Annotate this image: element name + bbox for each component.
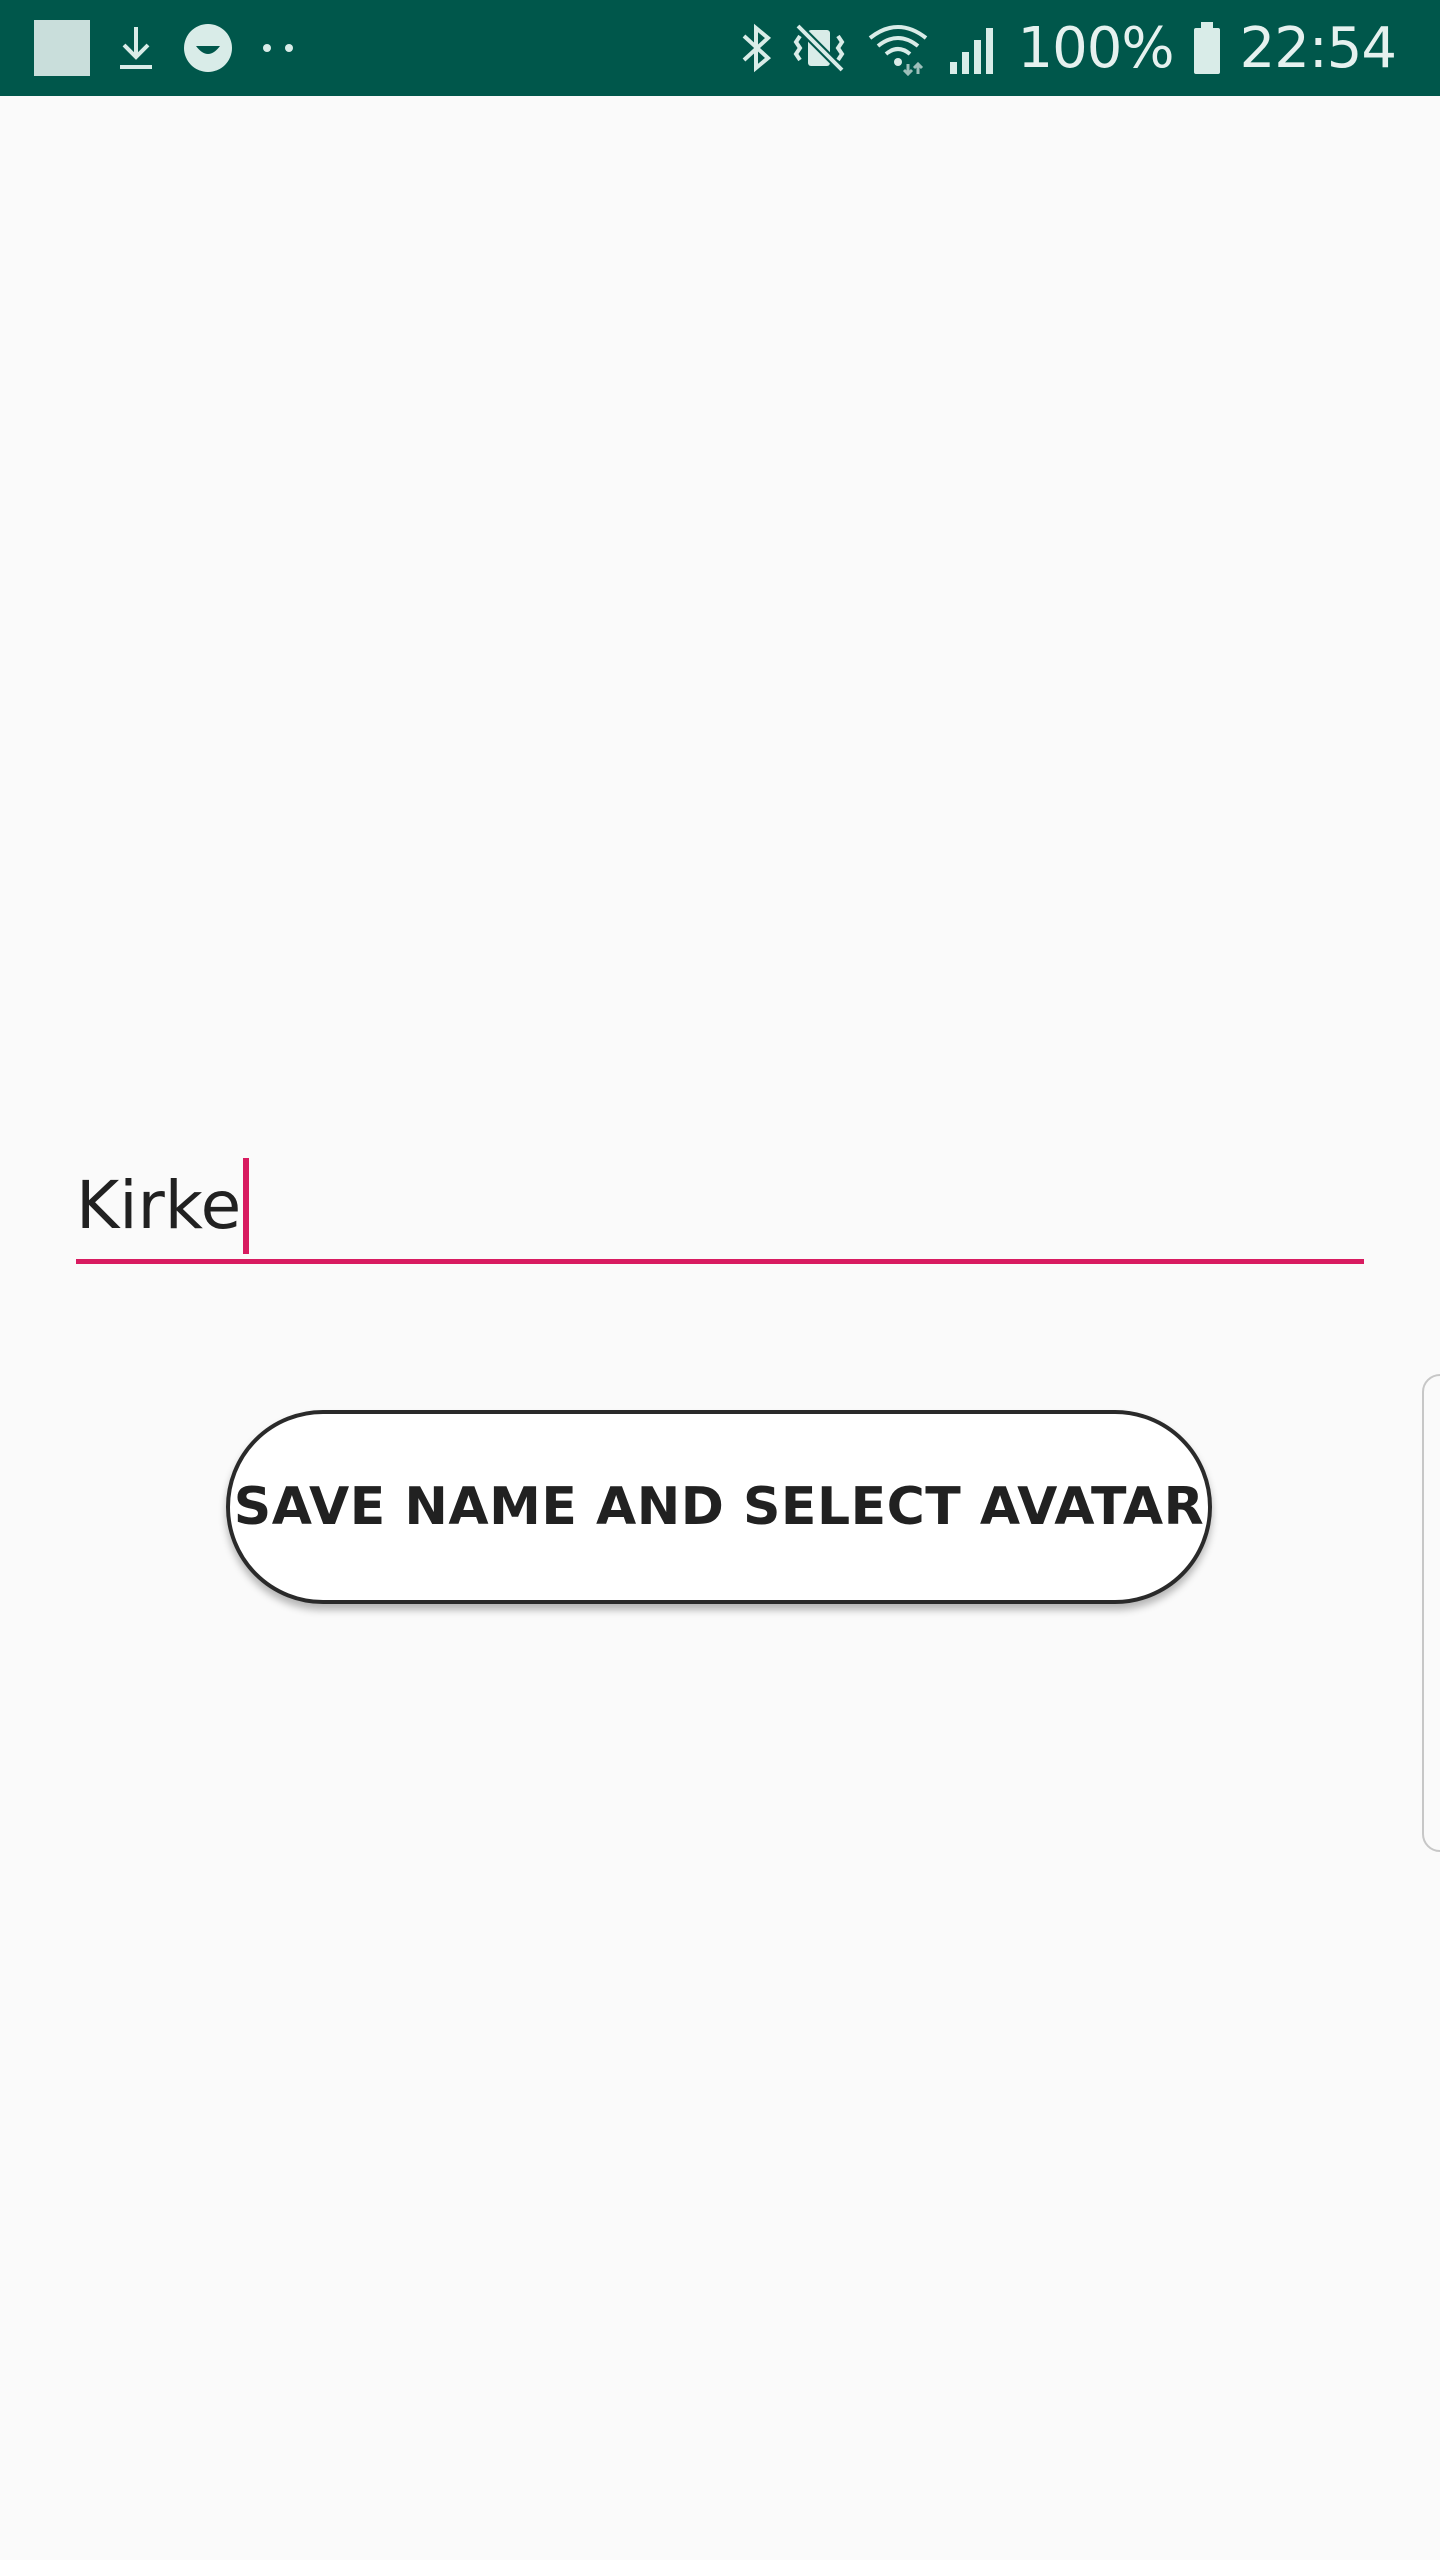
text-cursor [243,1158,250,1254]
status-bar: 100% 22:54 [0,0,1440,96]
edge-panel-handle[interactable] [1422,1374,1440,1852]
save-name-and-select-avatar-button[interactable]: SAVE NAME AND SELECT AVATAR [226,1410,1212,1604]
save-button-label: SAVE NAME AND SELECT AVATAR [233,1477,1205,1537]
mute-vibrate-icon [792,20,848,76]
status-bar-left [34,0,296,96]
smiley-icon [182,22,234,74]
more-dots-icon [260,42,296,54]
download-icon [116,23,156,73]
bluetooth-icon [738,20,774,76]
signal-icon [948,20,1000,76]
clock-time: 22:54 [1239,15,1397,81]
name-input-value: Kirke [76,1167,242,1244]
name-input-display: Kirke [76,1158,250,1254]
battery-percentage: 100% [1017,15,1175,81]
battery-icon [1192,20,1222,76]
notification-square-icon [34,20,90,76]
status-bar-right: 100% 22:54 [738,0,1397,96]
name-field[interactable]: Kirke [76,1140,1364,1264]
wifi-icon [866,20,930,76]
